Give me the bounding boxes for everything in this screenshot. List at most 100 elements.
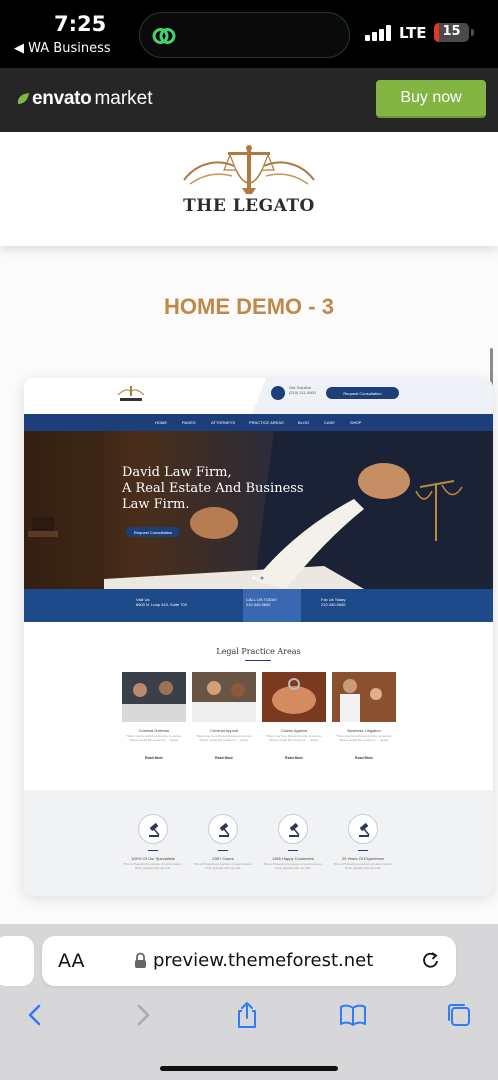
practice-card-desc: There may be a Roman Empire to source. W… [336,734,392,742]
stat-title: 25 Years Of Experience [341,856,385,861]
stat-desc: This is Photoshop's version of Lorem Ips… [193,862,253,870]
reader-options-button[interactable]: AA [58,950,85,972]
address-bar[interactable]: AA preview.themeforest.net [42,936,456,986]
preview-info-fax: Fax Us Today 210.340.0630 [321,597,345,607]
dynamic-island[interactable] [139,12,350,58]
practice-card-title: Business Litigation [347,728,381,733]
browser-bottom-bar: AA preview.themeforest.net [0,924,498,1080]
practice-card-image [332,672,396,722]
stat-underline [218,850,228,851]
lock-icon [135,952,146,968]
legato-logo[interactable]: THE LEGATO [176,144,322,232]
practice-card-title: Criminal Appeal [209,728,238,733]
envato-header: envato market Buy now [0,68,498,132]
battery-level: 15 [442,24,461,39]
preview-nav-item[interactable]: PAGES [182,420,196,425]
buy-now-button[interactable]: Buy now [376,80,486,118]
practice-card-title: Claims Against [280,728,308,733]
practice-card-image [122,672,186,722]
preview-nav-item[interactable]: CASE [324,420,335,425]
preview-info-address: Visit Us 6600 N. Loop 410, Suite 700 [136,597,187,607]
practice-card[interactable]: Claims Against There may be a Roman Empi… [262,672,326,768]
previous-tab-preview[interactable] [0,936,34,986]
status-bar: 7:25 ◀ WA Business LTE 15 [0,0,498,68]
gavel-icon [208,814,238,844]
url-text[interactable]: preview.themeforest.net [153,950,373,971]
info-right-text: 210.340.0630 [321,602,346,607]
preview-nav-item[interactable]: ATTORNEYS [211,420,235,425]
stat-underline [148,850,158,851]
read-more-link[interactable]: Read More [262,756,326,760]
read-more-link[interactable]: Read More [122,756,186,760]
practice-card-title: Criminal Defense [138,728,170,733]
page-content: HOME DEMO - 3 Get Solution (210) 111-000… [0,246,498,936]
back-to-app-link[interactable]: ◀ WA Business [14,41,111,56]
bookmarks-icon[interactable] [338,1000,368,1030]
phone-icon [271,386,285,400]
gavel-icon [348,814,378,844]
stat-desc: This is Photoshop's version of Lorem Ips… [123,862,183,870]
practice-card-image [262,672,326,722]
info-left-text: 6600 N. Loop 410, Suite 700 [136,602,187,607]
preview-hero-heading: David Law Firm, A Real Estate And Busine… [122,465,304,513]
preview-info-call: CALL US TODAY 210.340.0630 [246,597,277,607]
link-icon [152,28,176,44]
preview-logo-icon [117,386,145,401]
preview-nav-item[interactable]: SHOP [350,420,361,425]
hero-line-3: Law Firm. [122,497,190,512]
info-mid-text: 210.340.0630 [246,602,271,607]
practice-card[interactable]: Criminal Appeal There may be a Roman Emp… [192,672,256,768]
envato-logo[interactable]: envato market [16,88,153,110]
reload-icon[interactable] [420,950,441,971]
practice-card-desc: There may be a Roman Empire to source. W… [196,734,252,742]
demo-preview-card[interactable]: Get Solution (210) 111-0000 Request Cons… [24,378,493,896]
preview-phone-number: (210) 111-0000 [289,390,316,395]
preview-hero-button[interactable]: Request Consultation [126,527,180,537]
share-icon[interactable] [232,1000,262,1030]
scales-of-justice-icon [183,145,315,194]
signal-icon [365,25,391,41]
tabs-icon[interactable] [444,1000,474,1030]
preview-topbar: Get Solution (210) 111-0000 Request Cons… [24,378,493,414]
preview-nav: HOME PAGES ATTORNEYS PRACTICE AREAS BLOG… [24,414,493,431]
practice-card-desc: There may be a Roman Empire to source. W… [126,734,182,742]
stat-underline [358,850,368,851]
practice-card[interactable]: Business Litigation There may be a Roman… [332,672,396,768]
phone-screen: 7:25 ◀ WA Business LTE 15 envato market … [0,0,498,1080]
stat-title: 235+ Cases [212,856,234,861]
site-header: THE LEGATO [0,132,498,246]
gavel-icon [138,814,168,844]
read-more-link[interactable]: Read More [332,756,396,760]
hero-line-2: A Real Estate And Business [122,481,304,496]
hero-line-1: David Law Firm, [122,465,232,480]
stat-title: 1365 Happy Costumers [271,856,315,861]
read-more-link[interactable]: Read More [192,756,256,760]
battery-tip [471,29,474,36]
envato-market-label: market [94,88,153,109]
stat-underline [288,850,298,851]
preview-stats-section: 100% Of Our Specialists This is Photosho… [24,790,493,896]
aa-label: AA [58,950,85,972]
preview-consult-button[interactable]: Request Consultation [326,387,399,399]
stat-title: 100% Of Our Specialists [131,856,175,861]
preview-hero: David Law Firm, A Real Estate And Busine… [24,431,493,589]
home-indicator[interactable] [160,1066,338,1071]
envato-brand: envato [32,88,92,109]
preview-nav-item[interactable]: HOME [155,420,167,425]
browser-toolbar [0,996,498,1036]
preview-nav-item[interactable]: PRACTICE AREAS [249,420,284,425]
network-type: LTE [399,24,427,42]
practice-card[interactable]: Criminal Defense There may be a Roman Em… [122,672,186,768]
battery-icon: 15 [434,23,469,42]
preview-phone: Get Solution (210) 111-0000 [289,385,316,395]
demo-title: HOME DEMO - 3 [164,294,334,319]
preview-nav-item[interactable]: BLOG [298,420,309,425]
stat-desc: This is Photoshop's version of Lorem Ips… [333,862,393,870]
gavel-icon [278,814,308,844]
stat-desc: This is Photoshop's version of Lorem Ips… [263,862,323,870]
leaf-icon [17,93,29,104]
back-icon[interactable] [20,1000,50,1030]
legato-wordmark: THE LEGATO [183,196,315,216]
forward-icon[interactable] [128,1000,158,1030]
status-time: 7:25 [54,12,107,36]
